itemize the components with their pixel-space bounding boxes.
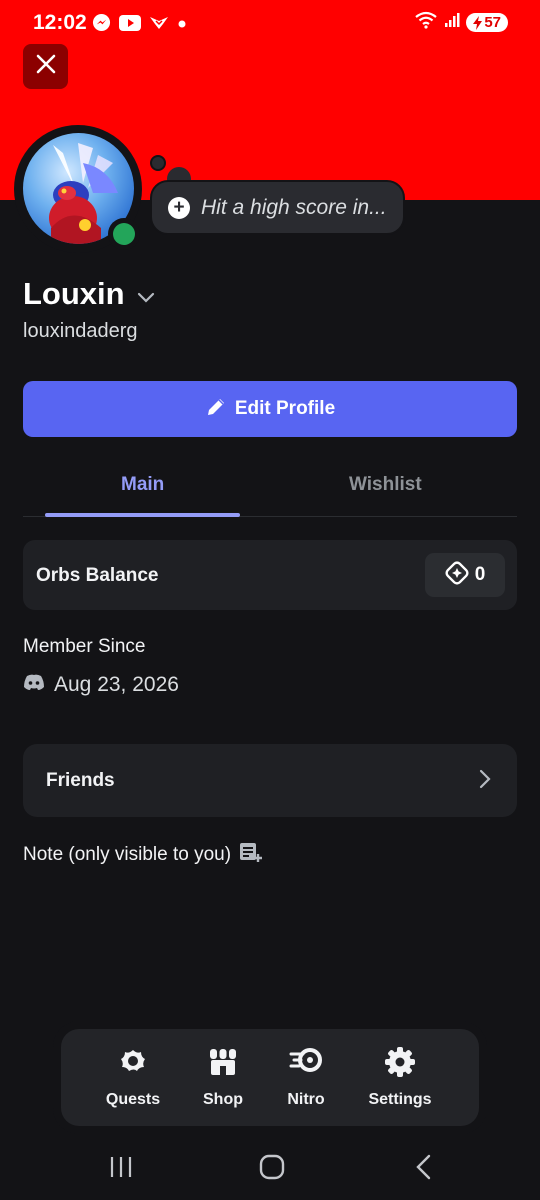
quests-icon <box>117 1046 149 1083</box>
notification-icons <box>92 13 187 37</box>
chevron-down-icon <box>137 276 155 312</box>
chevron-right-icon <box>479 769 491 794</box>
youtube-icon <box>119 14 141 36</box>
dock-quests-label: Quests <box>105 1091 161 1108</box>
member-since-heading: Member Since <box>23 636 146 657</box>
online-status-indicator <box>113 223 135 245</box>
note-label: Note (only visible to you) <box>23 843 232 865</box>
wifi-icon <box>414 11 438 34</box>
battery-level: 57 <box>484 14 501 31</box>
tab-main[interactable]: Main <box>121 474 164 496</box>
discord-icon <box>23 674 45 696</box>
orbs-balance-pill[interactable]: 0 <box>425 553 505 597</box>
friends-row[interactable]: Friends <box>23 744 517 817</box>
note-row[interactable]: Note (only visible to you) <box>23 841 263 868</box>
back-icon[interactable] <box>414 1154 434 1185</box>
thought-bubble-dot <box>150 155 166 171</box>
edit-profile-label: Edit Profile <box>234 398 336 419</box>
system-nav-bar <box>0 1140 540 1200</box>
dock-nitro-label: Nitro <box>287 1091 325 1108</box>
orbs-balance-label: Orbs Balance <box>36 565 159 586</box>
home-icon[interactable] <box>258 1154 286 1185</box>
display-name: Louxin <box>23 276 125 311</box>
dock-settings-label: Settings <box>368 1091 432 1108</box>
bottom-dock: Quests Shop Nitro Settings <box>61 1029 479 1126</box>
add-note-icon <box>239 841 263 868</box>
gear-icon <box>384 1046 416 1083</box>
recents-icon[interactable] <box>108 1154 134 1185</box>
active-tab-indicator <box>45 513 240 517</box>
close-icon <box>35 53 57 80</box>
battery-icon: 57 <box>466 13 508 32</box>
dock-quests-button[interactable]: Quests <box>93 1046 173 1109</box>
profile-tabs: Main Wishlist <box>23 460 517 517</box>
friends-label: Friends <box>46 770 115 791</box>
app-icon <box>149 15 169 36</box>
member-since-row: Aug 23, 2026 <box>23 673 179 697</box>
dot-icon <box>177 16 187 34</box>
orbs-balance-card[interactable]: Orbs Balance 0 <box>23 540 517 610</box>
signal-icon <box>444 12 460 33</box>
tab-wishlist[interactable]: Wishlist <box>349 474 422 496</box>
messenger-icon <box>92 13 111 37</box>
dock-shop-label: Shop <box>203 1091 243 1108</box>
status-bar: 12:02 57 <box>0 0 540 46</box>
member-since-date: Aug 23, 2026 <box>54 673 179 696</box>
orb-icon <box>445 560 469 590</box>
status-time: 12:02 <box>33 11 87 34</box>
orbs-balance-value: 0 <box>474 564 486 585</box>
pencil-icon <box>205 396 227 423</box>
nitro-icon <box>289 1046 323 1083</box>
dock-shop-button[interactable]: Shop <box>183 1046 263 1109</box>
username: louxindaderg <box>23 320 138 342</box>
dock-nitro-button[interactable]: Nitro <box>266 1046 346 1109</box>
custom-status-bubble[interactable]: + Hit a high score in... <box>150 180 405 235</box>
shop-icon <box>207 1046 239 1083</box>
edit-profile-button[interactable]: Edit Profile <box>23 381 517 437</box>
close-button[interactable] <box>23 44 68 89</box>
system-icons: 57 <box>414 11 508 34</box>
custom-status-text: Hit a high score in... <box>201 195 387 219</box>
add-circle-icon: + <box>168 196 190 219</box>
display-name-row[interactable]: Louxin <box>23 276 155 312</box>
dock-settings-button[interactable]: Settings <box>360 1046 440 1109</box>
